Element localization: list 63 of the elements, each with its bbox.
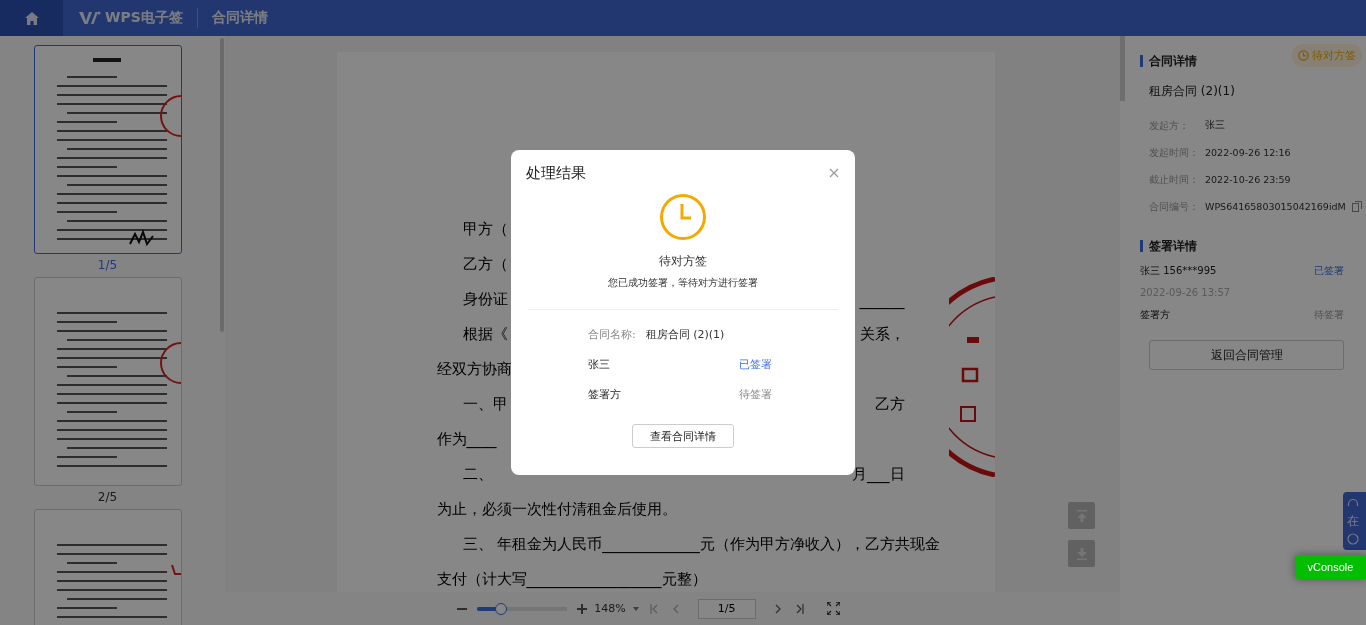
caret-icon (632, 606, 639, 611)
document-text: 经双方协商 (436, 360, 512, 379)
plus-icon (577, 603, 588, 614)
field-value: 2022-09-26 12:16 (1205, 147, 1291, 158)
zoom-out-button[interactable] (457, 607, 468, 610)
signer-name: 签署方 (588, 387, 621, 402)
page-input[interactable]: 1/5 (697, 598, 756, 619)
document-text: 一、甲 (462, 395, 508, 414)
signer-name: 签署方 (1140, 308, 1170, 322)
document-text: ______ (859, 290, 905, 309)
document-text: 作为____ (436, 430, 497, 449)
document-text: 三、 年租金为人民币_____________元（作为甲方净收入），乙方共现金 (462, 535, 940, 554)
app-logo: WPS电子签 (105, 9, 183, 27)
home-button[interactable] (0, 0, 63, 36)
document-text: 为止，必须一次性付清租金后使用。 (436, 500, 677, 519)
document-text: 甲方（ (462, 220, 508, 239)
document-text: 乙方（ (462, 255, 508, 274)
signing-status: 已签署 (739, 357, 772, 372)
status-message: 您已成功签署，等待对方进行签署 (608, 276, 758, 290)
field-value: 2022-10-26 23:59 (1205, 174, 1291, 185)
page-thumbnail[interactable] (33, 277, 182, 486)
signer-name: 张三 (588, 357, 610, 372)
signing-status: 待签署 (739, 387, 772, 402)
back-button[interactable]: 返回合同管理 (1149, 340, 1344, 370)
clock-icon (659, 193, 707, 241)
zoom-in-button[interactable] (577, 603, 588, 614)
page-thumbnail[interactable] (33, 45, 182, 254)
first-page-icon (649, 603, 658, 614)
document-text: 二、 (462, 465, 493, 484)
signing-status: 已签署 (1314, 264, 1344, 278)
close-icon[interactable] (829, 168, 839, 178)
clock-icon (1298, 50, 1309, 61)
document-text: 月___日 (852, 465, 905, 484)
status-badge: 待对方签 (1292, 44, 1362, 67)
home-icon (24, 11, 39, 25)
logo-icon (79, 11, 101, 25)
document-text: 乙方 (874, 395, 905, 414)
field-value: 张三 (1205, 119, 1225, 132)
dialog-title: 处理结果 (526, 164, 586, 183)
minus-icon (457, 607, 468, 610)
view-details-button[interactable]: 查看合同详情 (632, 424, 734, 448)
chevron-right-icon (774, 603, 781, 614)
document-text: 关系， (859, 325, 905, 344)
status-text: 待对方签 (659, 253, 707, 270)
document-text: 根据《 (462, 325, 508, 344)
copy-icon[interactable] (1351, 201, 1362, 212)
page-number: 1/5 (97, 257, 118, 274)
section-title: 签署详情 (1140, 240, 1366, 252)
chevron-left-icon (672, 603, 679, 614)
document-text: 支付（计大写__________________元整） (436, 570, 707, 589)
field-label: 合同名称: (588, 327, 636, 342)
field-value: WPS64165803015042169idM (1205, 201, 1346, 212)
last-page-icon (795, 603, 804, 614)
page-number: 2/5 (97, 489, 118, 506)
support-tab[interactable]: 在 (1343, 492, 1366, 550)
zoom-dropdown[interactable]: 148% (594, 602, 626, 615)
page-title: 合同详情 (211, 9, 268, 27)
field-value: 租房合同 (2)(1) (645, 327, 725, 342)
fullscreen-icon (826, 602, 840, 615)
contract-name: 租房合同 (2)(1) (1149, 83, 1236, 100)
document-text: 身份证 (462, 290, 508, 309)
help-icon (1347, 533, 1359, 545)
signer-name: 张三 156***995 (1140, 264, 1217, 278)
